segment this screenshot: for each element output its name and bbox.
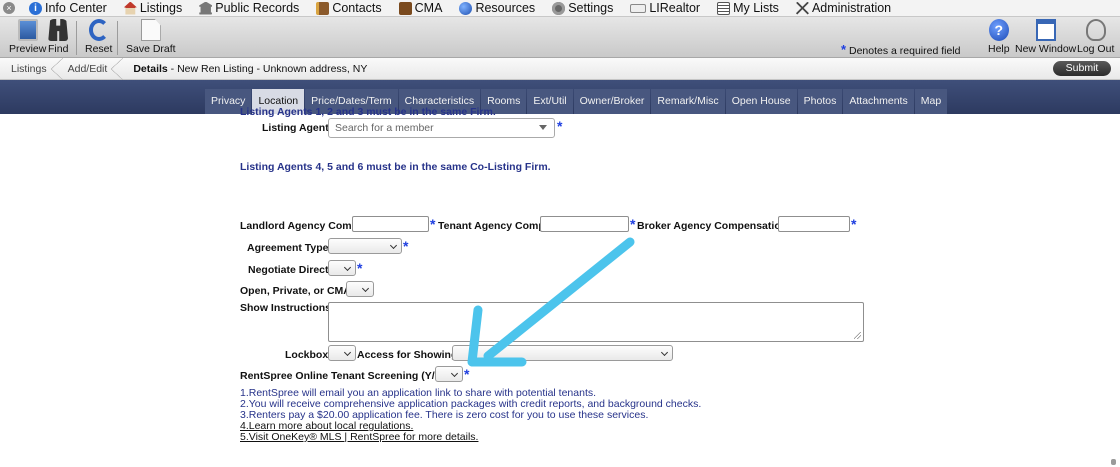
- menu-item-contacts[interactable]: Contacts: [316, 1, 382, 15]
- preview-button[interactable]: Preview: [9, 19, 46, 55]
- required-field-note: * Denotes a required field: [841, 42, 961, 58]
- reset-label: Reset: [85, 43, 113, 55]
- briefcase-icon: [398, 1, 412, 15]
- menu-item-label: Public Records: [215, 1, 300, 15]
- list-icon: [717, 1, 731, 15]
- lirealtor-icon: [630, 3, 647, 13]
- book-icon: [316, 1, 330, 15]
- menu-item-label: Settings: [568, 1, 614, 15]
- tab-map[interactable]: Map: [914, 89, 948, 114]
- required-star: *: [841, 42, 847, 57]
- annotation-arrow: [467, 237, 635, 367]
- log-out-label: Log Out: [1077, 43, 1115, 55]
- arrow-shaft: [483, 237, 635, 361]
- new-window-icon: [1035, 19, 1056, 41]
- breadcrumb-details-label: Details: [133, 62, 168, 75]
- menu-item-label: Resources: [475, 1, 536, 15]
- log-out-button[interactable]: Log Out: [1077, 19, 1114, 55]
- tab-attachments[interactable]: Attachments: [843, 89, 914, 114]
- new-window-label: New Window: [1015, 43, 1077, 55]
- menu-item-label: Listings: [139, 1, 183, 15]
- breadcrumb-add-edit[interactable]: Add/Edit: [57, 57, 123, 80]
- new-window-button[interactable]: New Window: [1015, 19, 1076, 55]
- help-button[interactable]: ? Help: [988, 19, 1010, 55]
- help-label: Help: [988, 43, 1010, 55]
- document-icon: [140, 19, 161, 41]
- menu-item-public-records[interactable]: Public Records: [199, 1, 299, 15]
- toolbar-divider: [76, 21, 77, 55]
- scrollbar-thumb[interactable]: [1111, 459, 1116, 465]
- tab-photos[interactable]: Photos: [797, 89, 843, 114]
- close-icon[interactable]: ×: [3, 2, 15, 14]
- tab-owner-broker[interactable]: Owner/Broker: [573, 89, 651, 114]
- menu-item-label: Info Center: [45, 1, 107, 15]
- key-icon: [1085, 19, 1106, 41]
- breadcrumb-current: Details - New Ren Listing - Unknown addr…: [117, 58, 377, 80]
- bank-icon: [199, 1, 213, 15]
- toolbar: Preview Find Reset Save Draft * Denotes …: [0, 17, 1120, 58]
- tools-icon: [795, 1, 809, 15]
- breadcrumb-listings[interactable]: Listings: [0, 57, 63, 80]
- menu-item-lirealtor[interactable]: LIRealtor: [630, 1, 700, 15]
- menu-item-label: LIRealtor: [649, 1, 701, 15]
- menu-item-info-center[interactable]: i Info Center: [29, 1, 107, 15]
- tab-bar: Privacy Location Price/Dates/Term Character…: [0, 80, 1120, 114]
- tab-open-house[interactable]: Open House: [725, 89, 797, 114]
- preview-icon: [17, 19, 38, 41]
- gear-icon: [552, 1, 566, 15]
- reset-button[interactable]: Reset: [85, 19, 112, 55]
- menu-item-listings[interactable]: Listings: [123, 1, 183, 15]
- tab-remark-misc[interactable]: Remark/Misc: [651, 89, 725, 114]
- menu-item-my-lists[interactable]: My Lists: [717, 1, 779, 15]
- menu-item-resources[interactable]: Resources: [459, 1, 535, 15]
- location-form: Listing Agents 1, 2 and 3 must be in the…: [0, 106, 1120, 467]
- menu-item-label: My Lists: [733, 1, 779, 15]
- house-icon: [123, 1, 137, 15]
- save-draft-button[interactable]: Save Draft: [126, 19, 176, 55]
- menu-item-cma[interactable]: CMA: [398, 1, 443, 15]
- menu-item-administration[interactable]: Administration: [795, 1, 892, 15]
- binoculars-icon: [48, 19, 69, 41]
- submit-button[interactable]: Submit: [1053, 61, 1111, 76]
- toolbar-divider: [117, 21, 118, 55]
- save-draft-label: Save Draft: [126, 43, 176, 55]
- breadcrumb-details-text: - New Ren Listing - Unknown address, NY: [167, 62, 368, 75]
- menu-item-label: CMA: [414, 1, 443, 15]
- find-label: Find: [48, 43, 69, 55]
- help-icon: ?: [988, 19, 1009, 41]
- preview-label: Preview: [9, 43, 47, 55]
- menu-item-label: Contacts: [332, 1, 382, 15]
- menu-item-label: Administration: [811, 1, 892, 15]
- menu-item-settings[interactable]: Settings: [552, 1, 613, 15]
- find-button[interactable]: Find: [48, 19, 68, 55]
- info-icon: i: [29, 1, 42, 15]
- reset-icon: [88, 19, 109, 41]
- globe-icon: [459, 1, 473, 15]
- tab-ext-util[interactable]: Ext/Util: [527, 89, 573, 114]
- breadcrumb: Listings Add/Edit Details - New Ren List…: [0, 57, 1120, 80]
- top-menu-bar: × i Info Center Listings Public Records C…: [0, 0, 1120, 17]
- required-note-text: Denotes a required field: [848, 45, 961, 57]
